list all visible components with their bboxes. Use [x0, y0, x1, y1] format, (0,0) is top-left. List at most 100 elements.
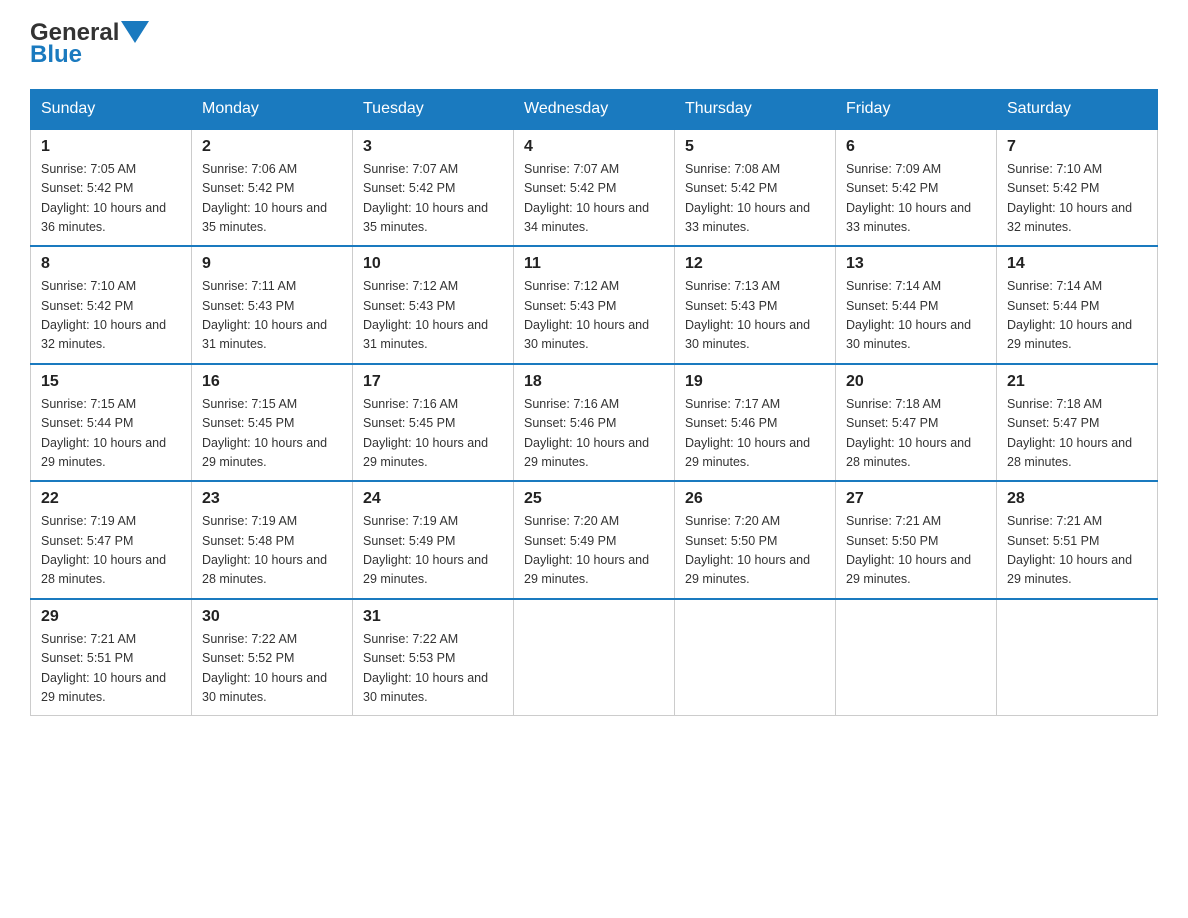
- day-cell-3: 3 Sunrise: 7:07 AMSunset: 5:42 PMDayligh…: [353, 129, 514, 247]
- day-number: 23: [202, 490, 342, 508]
- day-number: 26: [685, 490, 825, 508]
- day-info: Sunrise: 7:18 AMSunset: 5:47 PMDaylight:…: [846, 395, 986, 473]
- day-info: Sunrise: 7:08 AMSunset: 5:42 PMDaylight:…: [685, 160, 825, 238]
- logo-container: General Blue: [30, 20, 149, 69]
- day-cell-30: 30 Sunrise: 7:22 AMSunset: 5:52 PMDaylig…: [192, 599, 353, 716]
- day-info: Sunrise: 7:20 AMSunset: 5:50 PMDaylight:…: [685, 512, 825, 590]
- day-cell-27: 27 Sunrise: 7:21 AMSunset: 5:50 PMDaylig…: [836, 481, 997, 599]
- day-number: 11: [524, 255, 664, 273]
- day-number: 9: [202, 255, 342, 273]
- logo-triangle-icon: [121, 21, 149, 43]
- day-info: Sunrise: 7:16 AMSunset: 5:46 PMDaylight:…: [524, 395, 664, 473]
- logo-blue-text: Blue: [30, 42, 149, 68]
- day-info: Sunrise: 7:12 AMSunset: 5:43 PMDaylight:…: [524, 277, 664, 355]
- calendar-table: SundayMondayTuesdayWednesdayThursdayFrid…: [30, 89, 1158, 717]
- day-number: 12: [685, 255, 825, 273]
- weekday-header-sunday: Sunday: [31, 89, 192, 129]
- day-info: Sunrise: 7:07 AMSunset: 5:42 PMDaylight:…: [363, 160, 503, 238]
- day-number: 22: [41, 490, 181, 508]
- day-info: Sunrise: 7:17 AMSunset: 5:46 PMDaylight:…: [685, 395, 825, 473]
- day-cell-15: 15 Sunrise: 7:15 AMSunset: 5:44 PMDaylig…: [31, 364, 192, 482]
- day-number: 27: [846, 490, 986, 508]
- day-cell-11: 11 Sunrise: 7:12 AMSunset: 5:43 PMDaylig…: [514, 246, 675, 364]
- day-number: 18: [524, 373, 664, 391]
- day-info: Sunrise: 7:11 AMSunset: 5:43 PMDaylight:…: [202, 277, 342, 355]
- day-info: Sunrise: 7:16 AMSunset: 5:45 PMDaylight:…: [363, 395, 503, 473]
- day-number: 25: [524, 490, 664, 508]
- weekday-header-row: SundayMondayTuesdayWednesdayThursdayFrid…: [31, 89, 1158, 129]
- day-info: Sunrise: 7:20 AMSunset: 5:49 PMDaylight:…: [524, 512, 664, 590]
- day-cell-18: 18 Sunrise: 7:16 AMSunset: 5:46 PMDaylig…: [514, 364, 675, 482]
- day-info: Sunrise: 7:18 AMSunset: 5:47 PMDaylight:…: [1007, 395, 1147, 473]
- week-row-4: 22 Sunrise: 7:19 AMSunset: 5:47 PMDaylig…: [31, 481, 1158, 599]
- day-number: 14: [1007, 255, 1147, 273]
- day-info: Sunrise: 7:15 AMSunset: 5:45 PMDaylight:…: [202, 395, 342, 473]
- day-cell-2: 2 Sunrise: 7:06 AMSunset: 5:42 PMDayligh…: [192, 129, 353, 247]
- day-number: 17: [363, 373, 503, 391]
- day-info: Sunrise: 7:22 AMSunset: 5:52 PMDaylight:…: [202, 630, 342, 708]
- day-cell-24: 24 Sunrise: 7:19 AMSunset: 5:49 PMDaylig…: [353, 481, 514, 599]
- day-info: Sunrise: 7:09 AMSunset: 5:42 PMDaylight:…: [846, 160, 986, 238]
- day-cell-17: 17 Sunrise: 7:16 AMSunset: 5:45 PMDaylig…: [353, 364, 514, 482]
- day-cell-7: 7 Sunrise: 7:10 AMSunset: 5:42 PMDayligh…: [997, 129, 1158, 247]
- weekday-header-wednesday: Wednesday: [514, 89, 675, 129]
- day-cell-28: 28 Sunrise: 7:21 AMSunset: 5:51 PMDaylig…: [997, 481, 1158, 599]
- day-cell-29: 29 Sunrise: 7:21 AMSunset: 5:51 PMDaylig…: [31, 599, 192, 716]
- week-row-5: 29 Sunrise: 7:21 AMSunset: 5:51 PMDaylig…: [31, 599, 1158, 716]
- day-info: Sunrise: 7:21 AMSunset: 5:51 PMDaylight:…: [1007, 512, 1147, 590]
- empty-cell: [675, 599, 836, 716]
- day-number: 10: [363, 255, 503, 273]
- day-number: 19: [685, 373, 825, 391]
- day-cell-6: 6 Sunrise: 7:09 AMSunset: 5:42 PMDayligh…: [836, 129, 997, 247]
- day-info: Sunrise: 7:19 AMSunset: 5:49 PMDaylight:…: [363, 512, 503, 590]
- empty-cell: [514, 599, 675, 716]
- day-number: 3: [363, 138, 503, 156]
- day-cell-16: 16 Sunrise: 7:15 AMSunset: 5:45 PMDaylig…: [192, 364, 353, 482]
- day-info: Sunrise: 7:12 AMSunset: 5:43 PMDaylight:…: [363, 277, 503, 355]
- day-info: Sunrise: 7:14 AMSunset: 5:44 PMDaylight:…: [1007, 277, 1147, 355]
- day-cell-5: 5 Sunrise: 7:08 AMSunset: 5:42 PMDayligh…: [675, 129, 836, 247]
- day-number: 8: [41, 255, 181, 273]
- day-cell-12: 12 Sunrise: 7:13 AMSunset: 5:43 PMDaylig…: [675, 246, 836, 364]
- day-number: 21: [1007, 373, 1147, 391]
- day-info: Sunrise: 7:13 AMSunset: 5:43 PMDaylight:…: [685, 277, 825, 355]
- day-info: Sunrise: 7:06 AMSunset: 5:42 PMDaylight:…: [202, 160, 342, 238]
- day-cell-13: 13 Sunrise: 7:14 AMSunset: 5:44 PMDaylig…: [836, 246, 997, 364]
- day-number: 20: [846, 373, 986, 391]
- day-number: 28: [1007, 490, 1147, 508]
- day-number: 16: [202, 373, 342, 391]
- day-info: Sunrise: 7:05 AMSunset: 5:42 PMDaylight:…: [41, 160, 181, 238]
- day-number: 31: [363, 608, 503, 626]
- day-info: Sunrise: 7:19 AMSunset: 5:47 PMDaylight:…: [41, 512, 181, 590]
- day-cell-8: 8 Sunrise: 7:10 AMSunset: 5:42 PMDayligh…: [31, 246, 192, 364]
- day-cell-26: 26 Sunrise: 7:20 AMSunset: 5:50 PMDaylig…: [675, 481, 836, 599]
- day-cell-21: 21 Sunrise: 7:18 AMSunset: 5:47 PMDaylig…: [997, 364, 1158, 482]
- page-header: General Blue: [30, 20, 1158, 69]
- day-info: Sunrise: 7:15 AMSunset: 5:44 PMDaylight:…: [41, 395, 181, 473]
- day-number: 4: [524, 138, 664, 156]
- day-number: 24: [363, 490, 503, 508]
- day-cell-20: 20 Sunrise: 7:18 AMSunset: 5:47 PMDaylig…: [836, 364, 997, 482]
- day-number: 15: [41, 373, 181, 391]
- day-info: Sunrise: 7:10 AMSunset: 5:42 PMDaylight:…: [1007, 160, 1147, 238]
- day-cell-4: 4 Sunrise: 7:07 AMSunset: 5:42 PMDayligh…: [514, 129, 675, 247]
- day-number: 7: [1007, 138, 1147, 156]
- day-info: Sunrise: 7:19 AMSunset: 5:48 PMDaylight:…: [202, 512, 342, 590]
- day-number: 2: [202, 138, 342, 156]
- day-number: 29: [41, 608, 181, 626]
- day-cell-31: 31 Sunrise: 7:22 AMSunset: 5:53 PMDaylig…: [353, 599, 514, 716]
- day-cell-22: 22 Sunrise: 7:19 AMSunset: 5:47 PMDaylig…: [31, 481, 192, 599]
- day-info: Sunrise: 7:10 AMSunset: 5:42 PMDaylight:…: [41, 277, 181, 355]
- day-number: 6: [846, 138, 986, 156]
- day-number: 5: [685, 138, 825, 156]
- day-number: 30: [202, 608, 342, 626]
- day-info: Sunrise: 7:07 AMSunset: 5:42 PMDaylight:…: [524, 160, 664, 238]
- weekday-header-friday: Friday: [836, 89, 997, 129]
- day-cell-25: 25 Sunrise: 7:20 AMSunset: 5:49 PMDaylig…: [514, 481, 675, 599]
- week-row-3: 15 Sunrise: 7:15 AMSunset: 5:44 PMDaylig…: [31, 364, 1158, 482]
- day-cell-1: 1 Sunrise: 7:05 AMSunset: 5:42 PMDayligh…: [31, 129, 192, 247]
- weekday-header-tuesday: Tuesday: [353, 89, 514, 129]
- empty-cell: [836, 599, 997, 716]
- day-info: Sunrise: 7:22 AMSunset: 5:53 PMDaylight:…: [363, 630, 503, 708]
- weekday-header-thursday: Thursday: [675, 89, 836, 129]
